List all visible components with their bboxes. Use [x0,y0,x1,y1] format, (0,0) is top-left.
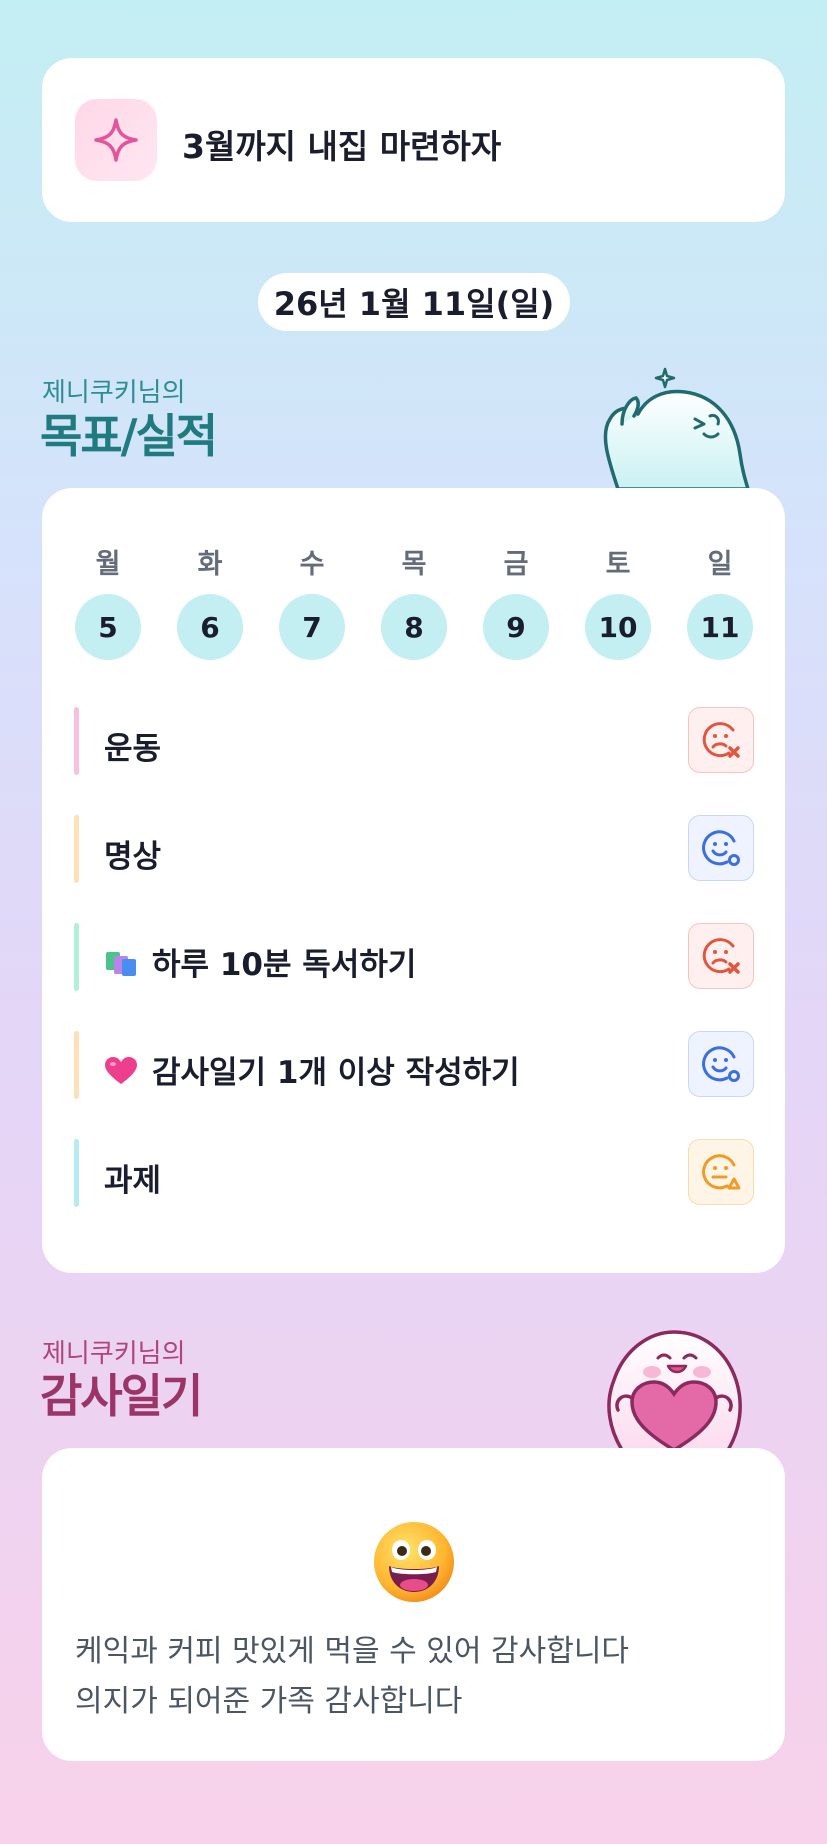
day-label: 수 [299,549,325,580]
gratitude-text-line: 의지가 되어준 가족 감사합니다 [75,1684,463,1719]
day-label: 목 [401,549,427,580]
gratitude-card[interactable]: 케익과 커피 맛있게 먹을 수 있어 감사합니다 의지가 되어준 가족 감사합니… [42,1448,785,1761]
habit-color-bar [74,815,79,883]
books-icon [104,948,138,986]
mascot-pink-illustration [607,1330,742,1450]
day-date[interactable]: 11 [687,594,753,660]
day-column-thu[interactable]: 목 8 [381,542,447,660]
status-success-icon[interactable] [688,815,754,881]
day-date[interactable]: 8 [381,594,447,660]
habit-label: 하루 10분 독서하기 [152,947,417,983]
habit-label: 감사일기 1개 이상 작성하기 [152,1055,520,1091]
day-date[interactable]: 6 [177,594,243,660]
habit-label: 명상 [104,839,162,875]
date-pill[interactable]: 26년 1월 11일(일) [258,273,570,331]
habit-color-bar [74,1031,79,1099]
habit-label: 운동 [104,731,162,767]
day-column-mon[interactable]: 월 5 [75,542,141,660]
habit-row-exercise[interactable]: 운동 [74,707,754,775]
day-column-fri[interactable]: 금 9 [483,542,549,660]
heart-icon [104,1056,138,1094]
day-label: 화 [197,549,223,580]
gratitude-text-line: 케익과 커피 맛있게 먹을 수 있어 감사합니다 [75,1634,630,1669]
day-label: 토 [605,549,631,580]
habit-row-meditation[interactable]: 명상 [74,815,754,883]
day-column-sat[interactable]: 토 10 [585,542,651,660]
day-date[interactable]: 5 [75,594,141,660]
goals-section-title: 목표/실적 [40,409,218,463]
habit-tracker-card: 월 5 화 6 수 7 목 8 금 9 토 10 일 11 운동 명상 하루 1… [42,488,785,1273]
habit-row-gratitude-journal[interactable]: 감사일기 1개 이상 작성하기 [74,1031,754,1099]
status-partial-icon[interactable] [688,1139,754,1205]
day-column-sun[interactable]: 일 11 [687,542,753,660]
status-success-icon[interactable] [688,1031,754,1097]
mascot-blue-illustration [603,367,750,489]
day-label: 금 [503,549,529,580]
habit-color-bar [74,1139,79,1207]
habit-color-bar [74,707,79,775]
status-fail-icon[interactable] [688,707,754,773]
habit-row-reading[interactable]: 하루 10분 독서하기 [74,923,754,991]
gratitude-section-title: 감사일기 [40,1369,203,1423]
grinning-face-icon [374,1522,454,1602]
sparkle-icon [75,99,157,181]
status-fail-icon[interactable] [688,923,754,989]
day-label: 월 [95,549,121,580]
day-column-tue[interactable]: 화 6 [177,542,243,660]
day-label: 일 [707,549,733,580]
habit-label: 과제 [104,1163,162,1199]
day-date[interactable]: 9 [483,594,549,660]
day-date[interactable]: 7 [279,594,345,660]
day-date[interactable]: 10 [585,594,651,660]
day-column-wed[interactable]: 수 7 [279,542,345,660]
goal-text: 3월까지 내집 마련하자 [182,127,502,166]
habit-row-assignment[interactable]: 과제 [74,1139,754,1207]
habit-color-bar [74,923,79,991]
goal-card[interactable]: 3월까지 내집 마련하자 [42,58,785,222]
